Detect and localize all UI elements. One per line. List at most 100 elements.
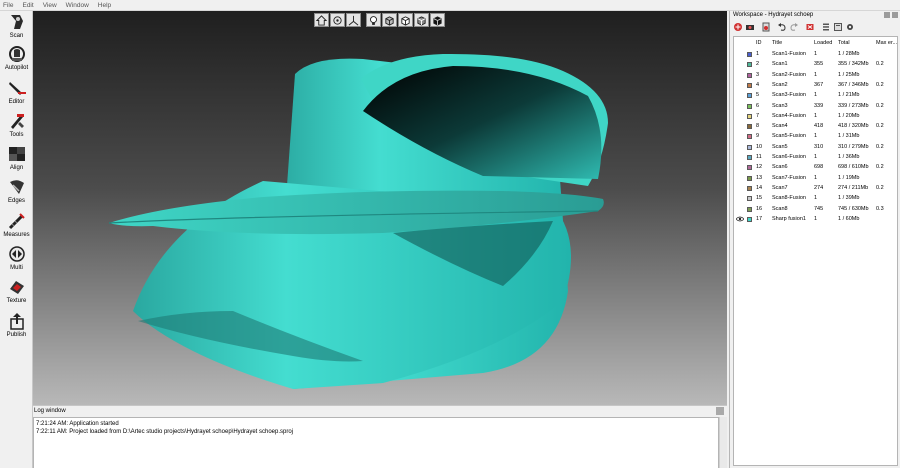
add-scan-button[interactable] [733, 22, 743, 32]
row-total: 274 / 211Mb [838, 184, 869, 191]
tool-scan-label: Scan [9, 33, 24, 39]
tool-edges[interactable]: Edges [0, 176, 33, 206]
workspace-panel: Workspace - Hydrayet schoep ID Title Loa… [729, 11, 900, 468]
tool-texture[interactable]: Texture [0, 276, 33, 306]
col-id[interactable]: ID [756, 38, 768, 48]
home-view-button[interactable] [314, 13, 329, 27]
table-row[interactable]: 9 Scan5-Fusion 1 1 / 31Mb [734, 131, 899, 141]
table-row[interactable]: 11 Scan6-Fusion 1 1 / 36Mb [734, 152, 899, 162]
tool-align[interactable]: Align [0, 143, 33, 173]
tool-publish[interactable]: Publish [0, 310, 33, 340]
wire-view-button[interactable] [398, 13, 413, 27]
table-row[interactable]: 15 Scan8-Fusion 1 1 / 39Mb [734, 193, 899, 203]
tool-editor-label: Editor [8, 99, 25, 105]
black-view-button[interactable] [430, 13, 445, 27]
color-swatch[interactable] [747, 196, 752, 202]
menu-window[interactable]: Window [66, 2, 89, 9]
close-icon[interactable] [892, 12, 898, 18]
rotate-view-button[interactable] [330, 13, 345, 27]
camera-button[interactable] [745, 22, 755, 32]
table-row[interactable]: 1 Scan1-Fusion 1 1 / 28Mb [734, 49, 899, 59]
color-swatch[interactable] [747, 175, 752, 181]
color-swatch[interactable] [747, 103, 752, 109]
settings-button[interactable] [845, 22, 855, 32]
color-swatch[interactable] [747, 185, 752, 191]
table-row[interactable]: 2 Scan1 355 355 / 342Mb 0.2 [734, 59, 899, 69]
color-swatch[interactable] [747, 93, 752, 99]
table-row[interactable]: 13 Scan7-Fusion 1 1 / 19Mb [734, 173, 899, 183]
row-total: 1 / 21Mb [838, 92, 860, 99]
color-swatch[interactable] [747, 165, 752, 171]
float-icon[interactable] [884, 12, 890, 18]
tools-icon [7, 111, 27, 131]
color-swatch[interactable] [747, 62, 752, 68]
col-total[interactable]: Total [838, 38, 875, 48]
table-row[interactable]: 17 Sharp fusion1 1 1 / 60Mb [734, 214, 899, 224]
col-loaded[interactable]: Loaded [814, 38, 836, 48]
table-row[interactable]: 3 Scan2-Fusion 1 1 / 25Mb [734, 70, 899, 80]
tool-multi-label: Multi [10, 265, 23, 271]
menu-edit[interactable]: Edit [22, 2, 33, 9]
table-row[interactable]: 7 Scan4-Fusion 1 1 / 20Mb [734, 111, 899, 121]
add-icon [734, 23, 742, 31]
row-total: 1 / 28Mb [838, 51, 860, 57]
solid-view-button[interactable] [382, 13, 397, 27]
color-swatch[interactable] [747, 82, 752, 88]
row-loaded: 1 [814, 51, 818, 57]
color-swatch[interactable] [747, 216, 752, 222]
menu-help[interactable]: Help [98, 2, 111, 9]
row-loaded: 1 [814, 133, 818, 140]
import-button[interactable] [761, 22, 771, 32]
table-row[interactable]: 6 Scan3 339 339 / 273Mb 0.2 [734, 101, 899, 111]
row-max-error: 0.2 [876, 123, 884, 130]
tool-scan[interactable]: Scan [0, 11, 33, 41]
color-swatch[interactable] [747, 144, 752, 150]
row-title: Scan1-Fusion [772, 51, 806, 57]
table-row[interactable]: 16 Scan8 745 745 / 630Mb 0.3 [734, 204, 899, 214]
table-row[interactable]: 10 Scan5 310 310 / 279Mb 0.2 [734, 142, 899, 152]
table-row[interactable]: 8 Scan4 418 418 / 320Mb 0.2 [734, 121, 899, 131]
tool-autopilot[interactable]: Autopilot [0, 43, 33, 73]
color-swatch[interactable] [747, 72, 752, 78]
row-loaded: 1 [814, 71, 818, 78]
log-window-title: Log window [34, 408, 66, 414]
axes-button[interactable] [346, 13, 361, 27]
col-max-error[interactable]: Max er... [876, 38, 898, 48]
close-icon[interactable] [716, 407, 724, 415]
color-swatch[interactable] [747, 113, 752, 119]
color-swatch[interactable] [747, 155, 752, 160]
row-loaded: 355 [814, 61, 824, 68]
tool-editor[interactable]: Editor [0, 77, 33, 107]
textured-view-button[interactable] [414, 13, 429, 27]
menu-file[interactable]: File [3, 2, 13, 9]
menu-view[interactable]: View [43, 2, 57, 9]
tool-multi[interactable]: Multi [0, 243, 33, 273]
tool-tools-label: Tools [9, 132, 24, 138]
list-button[interactable] [821, 22, 831, 32]
table-row[interactable]: 4 Scan2 367 367 / 346Mb 0.2 [734, 80, 899, 90]
row-title: Scan6 [772, 164, 788, 171]
table-row[interactable]: 14 Scan7 274 274 / 211Mb 0.2 [734, 183, 899, 193]
row-id: 9 [756, 133, 760, 140]
light-button[interactable] [366, 13, 381, 27]
properties-button[interactable] [833, 22, 843, 32]
row-total: 418 / 320Mb [838, 123, 869, 130]
color-swatch[interactable] [747, 124, 752, 130]
color-swatch[interactable] [747, 134, 752, 140]
delete-button[interactable] [805, 22, 815, 32]
log-output[interactable]: 7:21:24 AM: Application started 7:22:11 … [33, 417, 719, 468]
table-row[interactable]: 12 Scan6 698 698 / 610Mb 0.2 [734, 162, 899, 172]
log-scrollbar[interactable] [719, 417, 727, 468]
tool-edges-label: Edges [7, 198, 25, 204]
visibility-eye-icon[interactable] [736, 214, 744, 226]
color-swatch[interactable] [747, 206, 752, 212]
redo-button[interactable] [789, 22, 799, 32]
3d-viewport[interactable] [33, 11, 727, 405]
color-swatch[interactable] [747, 52, 752, 57]
tool-tools[interactable]: Tools [0, 110, 33, 140]
undo-button[interactable] [777, 22, 787, 32]
tool-measures[interactable]: Measures [0, 210, 33, 240]
workspace-table: ID Title Loaded Total Max er... 1 Scan1-F… [733, 36, 898, 466]
col-title[interactable]: Title [772, 38, 813, 48]
table-row[interactable]: 5 Scan3-Fusion 1 1 / 21Mb [734, 90, 899, 100]
